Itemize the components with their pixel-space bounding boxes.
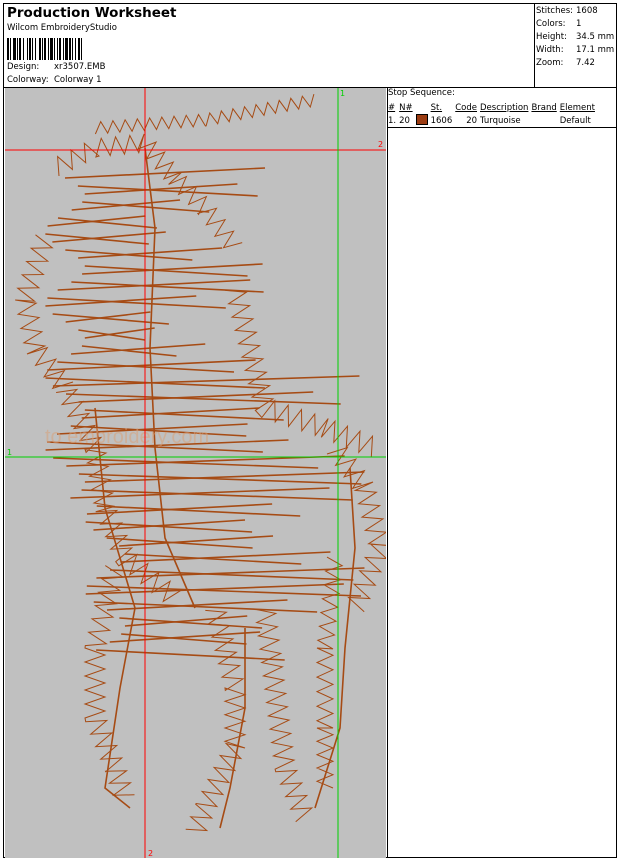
stitch-run [84, 183, 238, 195]
stitch-run [77, 185, 258, 197]
colorway-row: Colorway: Colorway 1 [7, 75, 102, 85]
green-h-guide-label: 1 [7, 448, 12, 457]
stitch-run [124, 553, 302, 565]
design-label: Design: [7, 62, 40, 72]
stitch-run [96, 649, 285, 661]
watermark: to embroidery.com [45, 426, 209, 448]
col-stitches: St. [430, 102, 443, 113]
stitch-run [78, 473, 362, 485]
stitch-run [144, 147, 196, 609]
design-preview: to embroidery.com 2 2 1 1 [5, 88, 386, 858]
stitch-run [121, 633, 247, 645]
stitch-run [65, 393, 341, 405]
stitch-paths [15, 93, 386, 832]
green-v-guide-label: 1 [340, 89, 345, 98]
row-brand [531, 114, 559, 127]
row-color [415, 114, 431, 127]
stop-sequence-title: Stop Sequence: [388, 88, 455, 98]
stitch-run [85, 583, 344, 595]
panel-divider [387, 88, 388, 858]
row-code: 20 [466, 115, 478, 126]
stat-label: Zoom: [536, 58, 564, 68]
stat-label: Width: [536, 45, 564, 55]
col-brand: Brand [531, 102, 557, 113]
stitch-run [84, 265, 248, 277]
stitch-run [109, 631, 261, 643]
colorway-label: Colorway: [7, 75, 49, 85]
software-name: Wilcom EmbroideryStudio [7, 23, 117, 33]
stat-label: Stitches: [536, 6, 574, 16]
red-v-guide-label: 2 [148, 849, 153, 858]
colorway-value: Colorway 1 [54, 75, 102, 85]
col-description: Description [480, 102, 529, 113]
barcode [7, 38, 133, 60]
stat-width: Width: 17.1 mm [536, 44, 614, 57]
stitch-run [57, 361, 235, 373]
stat-value: 7.42 [576, 58, 595, 68]
row-index: 1. [388, 115, 397, 126]
stat-value: 1608 [576, 6, 598, 16]
worksheet: Production Worksheet Wilcom EmbroiderySt… [3, 3, 617, 858]
stitch-run [96, 567, 365, 579]
stat-value: 1 [576, 19, 582, 29]
stitch-run [78, 391, 314, 403]
embroidery-design: to embroidery.com 2 2 1 1 [5, 88, 386, 858]
stats-divider [534, 4, 535, 88]
table-header-row: # N# St. Code Description Brand Element [388, 101, 598, 114]
stitch-run [93, 519, 246, 531]
stitch-run [82, 263, 263, 275]
stitch-run [314, 467, 356, 809]
stitch-run [81, 489, 353, 501]
stat-stitches: Stitches: 1608 [536, 5, 614, 18]
stitch-run [124, 615, 248, 627]
design-row: Design: xr3507.EMB [7, 62, 105, 72]
row-element: Default [559, 115, 591, 126]
page-title: Production Worksheet [7, 5, 177, 21]
col-needle: N# [399, 102, 413, 113]
red-h-guide-label: 2 [378, 140, 383, 149]
stitch-run [47, 215, 146, 227]
stop-sequence-table: # N# St. Code Description Brand Element … [388, 101, 598, 127]
col-color [416, 101, 431, 114]
stitch-run [119, 617, 263, 629]
stat-label: Colors: [536, 19, 566, 29]
color-swatch [415, 114, 428, 125]
col-element: Element [559, 102, 595, 113]
row-description: Turquoise [480, 115, 521, 126]
design-value: xr3507.EMB [54, 62, 106, 72]
stitch-run [94, 93, 315, 135]
row-needle: 20 [399, 115, 410, 126]
stitch-run [57, 279, 251, 291]
stats-panel: Stitches: 1608 Colors: 1 Height: 34.5 mm Wi… [536, 5, 614, 70]
stat-value: 17.1 mm [576, 45, 615, 55]
stat-label: Height: [536, 32, 567, 42]
stat-colors: Colors: 1 [536, 18, 614, 31]
stitch-run [53, 457, 319, 469]
stitch-run [70, 487, 330, 499]
stitch-run [110, 569, 354, 581]
stitch-run [15, 234, 74, 390]
stat-height: Height: 34.5 mm [536, 31, 614, 44]
row-stitches: 1606 [430, 115, 453, 126]
stitch-run [84, 471, 365, 483]
col-code: Code [455, 102, 478, 113]
stitch-run [86, 585, 362, 597]
stitch-run [255, 608, 314, 823]
stat-value: 34.5 mm [576, 32, 615, 42]
col-index: # [388, 102, 396, 113]
stat-zoom: Zoom: 7.42 [536, 57, 614, 70]
table-row: 1. 20 1606 20 Turquoise Default [388, 114, 598, 127]
stitch-run [225, 289, 374, 458]
stitch-run [81, 407, 260, 419]
stop-sequence-divider [387, 127, 617, 128]
